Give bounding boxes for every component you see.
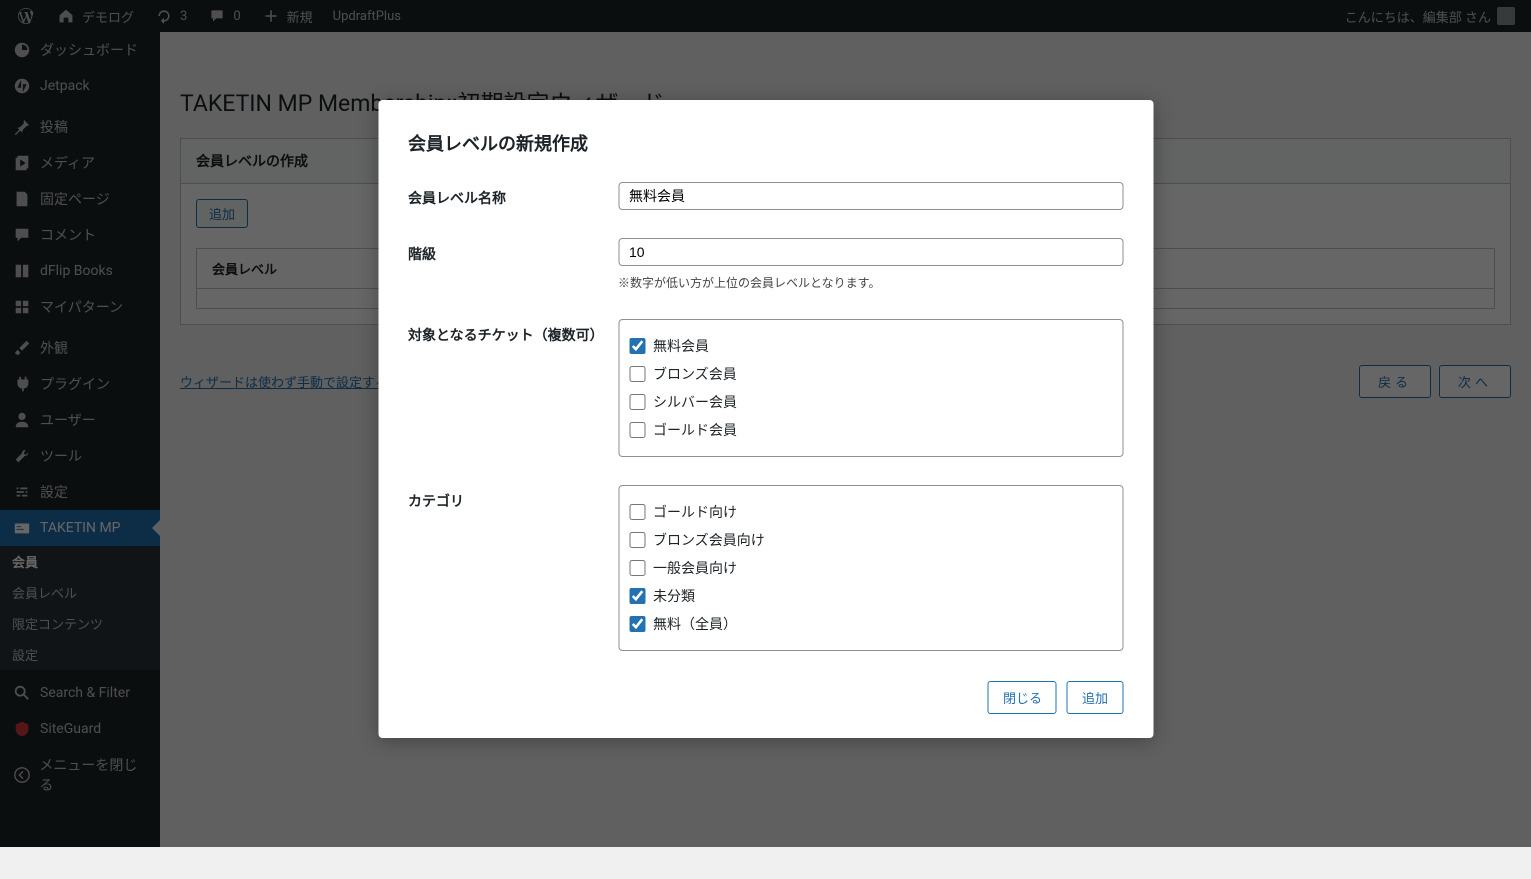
ticket-label[interactable]: ゴールド会員 bbox=[653, 420, 737, 440]
name-label: 会員レベル名称 bbox=[408, 182, 618, 208]
ticket-checkbox[interactable] bbox=[629, 338, 645, 354]
category-checkbox[interactable] bbox=[629, 504, 645, 520]
rank-row: 階級 ※数字が低い方が上位の会員レベルとなります。 bbox=[408, 238, 1123, 291]
modal-footer: 閉じる 追加 bbox=[378, 681, 1153, 738]
category-label[interactable]: ブロンズ会員向け bbox=[653, 530, 765, 550]
modal-add-button[interactable]: 追加 bbox=[1067, 681, 1123, 714]
ticket-label[interactable]: 無料会員 bbox=[653, 336, 709, 356]
ticket-item: シルバー会員 bbox=[629, 388, 1112, 416]
category-checkbox[interactable] bbox=[629, 532, 645, 548]
ticket-label[interactable]: シルバー会員 bbox=[653, 392, 737, 412]
create-level-modal: 会員レベルの新規作成 会員レベル名称 階級 ※数字が低い方が上位の会員レベルとな… bbox=[378, 100, 1153, 738]
category-label[interactable]: 一般会員向け bbox=[653, 558, 737, 578]
category-item: 一般会員向け bbox=[629, 554, 1112, 582]
category-checkbox[interactable] bbox=[629, 588, 645, 604]
ticket-checkbox[interactable] bbox=[629, 366, 645, 382]
rank-help: ※数字が低い方が上位の会員レベルとなります。 bbox=[618, 274, 1123, 291]
categories-group: ゴールド向けブロンズ会員向け一般会員向け未分類無料（全員） bbox=[618, 485, 1123, 651]
name-row: 会員レベル名称 bbox=[408, 182, 1123, 210]
category-item: ブロンズ会員向け bbox=[629, 526, 1112, 554]
category-row: カテゴリ ゴールド向けブロンズ会員向け一般会員向け未分類無料（全員） bbox=[408, 485, 1123, 651]
tickets-group: 無料会員ブロンズ会員シルバー会員ゴールド会員 bbox=[618, 319, 1123, 457]
ticket-checkbox[interactable] bbox=[629, 422, 645, 438]
modal-title: 会員レベルの新規作成 bbox=[408, 130, 1123, 156]
rank-input[interactable] bbox=[618, 238, 1123, 266]
category-label[interactable]: 未分類 bbox=[653, 586, 695, 606]
ticket-item: ブロンズ会員 bbox=[629, 360, 1112, 388]
category-checkbox[interactable] bbox=[629, 616, 645, 632]
category-label[interactable]: 無料（全員） bbox=[653, 614, 737, 634]
category-item: 未分類 bbox=[629, 582, 1112, 610]
category-item: ゴールド向け bbox=[629, 498, 1112, 526]
category-label[interactable]: ゴールド向け bbox=[653, 502, 737, 522]
category-label: カテゴリ bbox=[408, 485, 618, 511]
ticket-item: 無料会員 bbox=[629, 332, 1112, 360]
ticket-item: ゴールド会員 bbox=[629, 416, 1112, 444]
ticket-label[interactable]: ブロンズ会員 bbox=[653, 364, 737, 384]
close-button[interactable]: 閉じる bbox=[988, 681, 1057, 714]
category-checkbox[interactable] bbox=[629, 560, 645, 576]
tickets-row: 対象となるチケット（複数可） 無料会員ブロンズ会員シルバー会員ゴールド会員 bbox=[408, 319, 1123, 457]
ticket-checkbox[interactable] bbox=[629, 394, 645, 410]
category-item: 無料（全員） bbox=[629, 610, 1112, 638]
name-input[interactable] bbox=[618, 182, 1123, 210]
rank-label: 階級 bbox=[408, 238, 618, 264]
tickets-label: 対象となるチケット（複数可） bbox=[408, 319, 618, 345]
